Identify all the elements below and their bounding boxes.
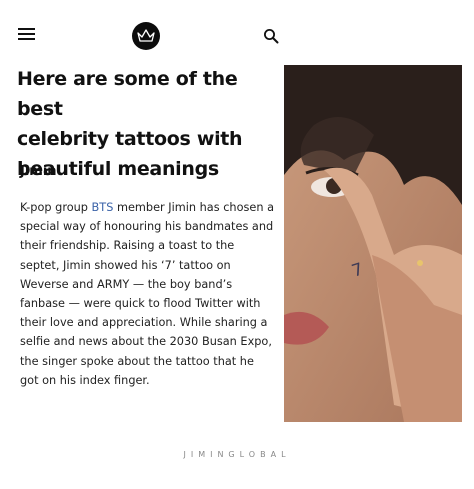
- article-photo: 7: [284, 65, 462, 422]
- crown-logo-icon[interactable]: [132, 22, 160, 50]
- hamburger-menu-icon[interactable]: [18, 28, 35, 41]
- top-bar: [0, 0, 474, 64]
- section-label: Jimin: [20, 164, 57, 179]
- headline-line: Here are some of the best: [17, 68, 238, 120]
- body-text-rest: member Jimin has chosen a special way of…: [20, 201, 274, 387]
- earring: [417, 260, 423, 266]
- selfie-photo-illustration: 7: [284, 65, 462, 422]
- menu-line: [18, 33, 35, 35]
- menu-line: [18, 28, 35, 30]
- menu-line: [18, 38, 35, 40]
- watermark: JIMINGLOBAL: [183, 450, 291, 459]
- search-icon[interactable]: [263, 28, 279, 44]
- crown-icon: [137, 29, 155, 42]
- body-text-start: K-pop group: [20, 201, 92, 214]
- bts-link[interactable]: BTS: [92, 201, 114, 214]
- headline-line: celebrity tattoos with: [17, 128, 243, 150]
- article-body: K-pop group BTS member Jimin has chosen …: [20, 198, 274, 390]
